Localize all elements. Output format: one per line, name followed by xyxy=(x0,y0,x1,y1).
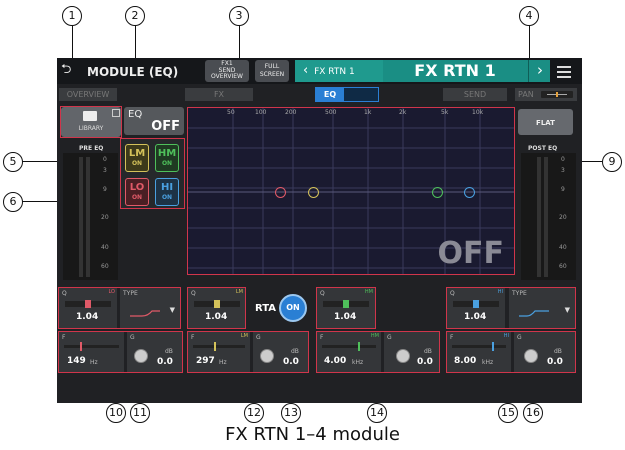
meter-scale-0: 0 xyxy=(561,156,565,163)
meter-bar-right xyxy=(86,157,90,277)
eq-button-state: OFF xyxy=(151,119,180,134)
highlight-box xyxy=(58,287,181,329)
tab-pan-label: PAN xyxy=(518,90,534,99)
tab-overview[interactable]: OVERVIEW xyxy=(59,88,117,101)
meter-scale-60: 60 xyxy=(101,263,109,270)
pan-indicator-icon xyxy=(541,91,573,98)
pre-eq-meter: 0 3 9 20 40 60 xyxy=(63,153,118,280)
callout-10: 10 xyxy=(106,403,126,423)
eq-on-off-button[interactable]: EQ OFF xyxy=(124,107,184,135)
eq-button-label: EQ xyxy=(128,109,143,120)
next-channel-button[interactable]: › xyxy=(528,60,551,82)
tab-eq-label: EQ xyxy=(316,88,344,101)
back-icon[interactable]: ⮌ xyxy=(61,63,75,77)
meter-scale-9: 9 xyxy=(561,186,565,193)
full-screen-button[interactable]: FULL SCREEN xyxy=(255,60,289,82)
figure-caption: FX RTN 1–4 module xyxy=(225,424,400,445)
callout-4: 4 xyxy=(519,6,539,26)
highlight-box xyxy=(187,331,309,373)
tab-send[interactable]: SEND xyxy=(443,88,507,101)
screen-label: SCREEN xyxy=(259,71,285,78)
menu-icon[interactable] xyxy=(557,64,571,78)
highlight-box xyxy=(316,331,440,373)
highlight-box xyxy=(187,107,515,275)
tab-eq[interactable]: EQ xyxy=(315,87,379,102)
callout-12: 12 xyxy=(244,403,264,423)
callout-2: 2 xyxy=(125,6,145,26)
callout-9: 9 xyxy=(602,152,622,172)
flat-button[interactable]: FLAT xyxy=(518,109,573,135)
callout-14: 14 xyxy=(367,403,387,423)
meter-scale-60: 60 xyxy=(559,263,567,270)
callout-16: 16 xyxy=(523,403,543,423)
flat-label: FLAT xyxy=(536,119,555,127)
meter-scale-3: 3 xyxy=(561,167,565,174)
fx1-send-overview-button[interactable]: FX1 SEND OVERVIEW xyxy=(205,60,249,82)
highlight-box xyxy=(446,331,576,373)
pre-eq-label: PRE EQ xyxy=(79,145,104,152)
meter-scale-40: 40 xyxy=(559,244,567,251)
post-eq-label: POST EQ xyxy=(528,145,558,152)
rta-label: RTA xyxy=(255,303,277,314)
prev-channel-label: FX RTN 1 xyxy=(314,67,355,77)
meter-scale-9: 9 xyxy=(103,186,107,193)
callout-11: 11 xyxy=(130,403,150,423)
meter-scale-3: 3 xyxy=(103,167,107,174)
post-eq-meter: 0 3 9 20 40 60 xyxy=(521,153,576,280)
callout-5: 5 xyxy=(3,152,23,172)
device-screen: ⮌ MODULE (EQ) FX1 SEND OVERVIEW FULL SCR… xyxy=(57,58,582,403)
highlight-box xyxy=(446,287,576,329)
highlight-box xyxy=(120,138,185,209)
callout-6: 6 xyxy=(3,192,23,212)
module-title: MODULE (EQ) xyxy=(87,65,179,79)
meter-scale-20: 20 xyxy=(101,214,109,221)
rta-state: ON xyxy=(286,303,300,312)
prev-channel-button[interactable]: ‹ FX RTN 1 xyxy=(295,60,383,82)
meter-bar-left xyxy=(537,157,541,277)
highlight-box xyxy=(187,287,246,329)
highlight-box xyxy=(60,106,122,138)
rta-button[interactable]: ON xyxy=(279,294,307,322)
callout-3: 3 xyxy=(229,6,249,26)
meter-bar-right xyxy=(544,157,548,277)
highlight-box xyxy=(58,331,183,373)
callout-13: 13 xyxy=(281,403,301,423)
channel-name: FX RTN 1 xyxy=(414,61,496,80)
meter-scale-0: 0 xyxy=(103,156,107,163)
overview-label: OVERVIEW xyxy=(211,73,243,80)
full-label: FULL xyxy=(264,63,280,70)
tab-fx[interactable]: FX xyxy=(185,88,253,101)
meter-bar-left xyxy=(79,157,83,277)
highlight-box xyxy=(316,287,376,329)
meter-scale-20: 20 xyxy=(559,214,567,221)
prev-arrow-icon: ‹ xyxy=(303,63,309,78)
callout-15: 15 xyxy=(498,403,518,423)
meter-scale-40: 40 xyxy=(101,244,109,251)
callout-1: 1 xyxy=(62,6,82,26)
